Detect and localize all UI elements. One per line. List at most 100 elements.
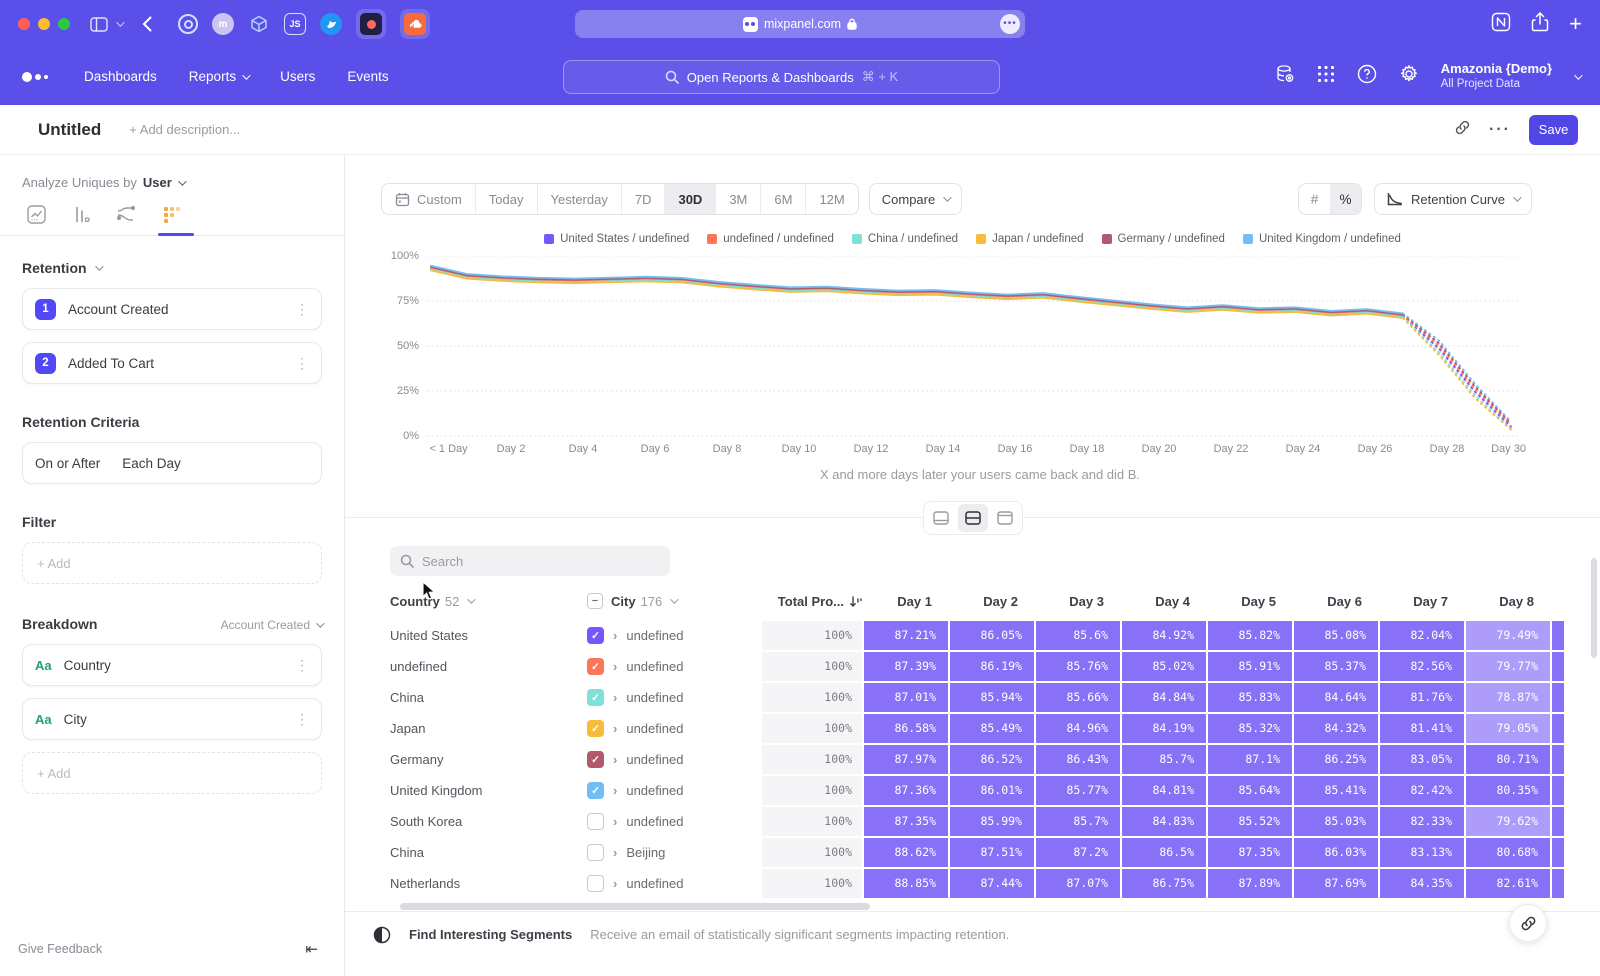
legend-item[interactable]: China / undefined (852, 233, 958, 245)
range-yesterday[interactable]: Yesterday (538, 184, 622, 214)
expand-row-chevron-icon[interactable]: › (613, 876, 617, 891)
share-icon[interactable] (1531, 12, 1549, 37)
table-row[interactable]: Netherlands›undefined100%88.85%87.44%87.… (390, 869, 1564, 898)
report-title[interactable]: Untitled (38, 120, 101, 140)
series-checkbox[interactable]: ✓ (587, 689, 604, 706)
retention-cell[interactable]: 84.96% (1036, 714, 1120, 743)
target-extension-icon[interactable] (178, 14, 198, 34)
retention-cell[interactable]: 80.68% (1466, 838, 1550, 867)
horizontal-scrollbar[interactable] (400, 903, 870, 910)
retention-cell[interactable]: 87.07% (1036, 869, 1120, 898)
retention-cell[interactable]: 87.2% (1036, 838, 1120, 867)
table-row[interactable]: United Kingdom✓›undefined100%87.36%86.01… (390, 776, 1564, 805)
retention-cell[interactable]: 80.71% (1466, 745, 1550, 774)
retention-cell[interactable]: 86.75% (1122, 869, 1206, 898)
breakdown-card-country[interactable]: Aa Country ⋮ (22, 644, 322, 686)
js-extension-icon[interactable]: JS (284, 13, 306, 35)
expand-row-chevron-icon[interactable]: › (613, 721, 617, 736)
expand-row-chevron-icon[interactable]: › (613, 690, 617, 705)
retention-cell[interactable]: 80.35% (1466, 776, 1550, 805)
m-extension-icon[interactable]: m (212, 13, 234, 35)
legend-item[interactable]: Germany / undefined (1102, 233, 1225, 245)
range-custom[interactable]: Custom (382, 184, 476, 214)
retention-cell[interactable]: 85.02% (1122, 652, 1206, 681)
chart-only-view-icon[interactable] (926, 504, 956, 532)
retention-cell[interactable]: 85.32% (1208, 714, 1292, 743)
expand-row-chevron-icon[interactable]: › (613, 814, 617, 829)
retention-cell[interactable]: 87.35% (1208, 838, 1292, 867)
retention-cell[interactable]: 84.64% (1294, 683, 1378, 712)
bird-extension-icon[interactable] (320, 13, 342, 35)
table-row[interactable]: Japan✓›undefined100%86.58%85.49%84.96%84… (390, 714, 1564, 743)
sidebar-toggle-icon[interactable] (90, 17, 108, 32)
split-view-icon[interactable] (958, 504, 988, 532)
retention-cell[interactable]: 84.83% (1122, 807, 1206, 836)
compare-button[interactable]: Compare (869, 183, 962, 215)
total-column-header[interactable]: Total Pro... (762, 594, 862, 609)
table-row[interactable]: United States✓›undefined100%87.21%86.05%… (390, 621, 1564, 650)
soundcloud-extension-icon[interactable] (400, 9, 430, 39)
retention-cell[interactable]: 85.77% (1036, 776, 1120, 805)
retention-cell[interactable]: 86.52% (950, 745, 1034, 774)
retention-cell[interactable]: 87.97% (864, 745, 948, 774)
table-row[interactable]: China›Beijing100%88.62%87.51%87.2%86.5%8… (390, 838, 1564, 867)
retention-cell[interactable]: 85.37% (1294, 652, 1378, 681)
tab-dropdown-chevron-icon[interactable] (116, 21, 122, 27)
retention-cell[interactable]: 83.13% (1380, 838, 1464, 867)
retention-cell[interactable]: 86.5% (1122, 838, 1206, 867)
chart-type-button[interactable]: Retention Curve (1374, 183, 1532, 215)
day-column-header[interactable]: Day 4 (1122, 594, 1206, 609)
retention-cell[interactable]: 84.32% (1294, 714, 1378, 743)
table-search-input[interactable] (422, 554, 642, 569)
save-button[interactable]: Save (1529, 115, 1578, 145)
tab-retention[interactable] (161, 204, 181, 224)
analyze-value[interactable]: User (143, 175, 172, 190)
range-12m[interactable]: 12M (806, 184, 857, 214)
breakdown-kebab-icon[interactable]: ⋮ (295, 711, 309, 728)
browser-extensions[interactable]: m JS (178, 9, 430, 39)
retention-cell[interactable]: 85.99% (950, 807, 1034, 836)
reader-ellipsis-icon[interactable]: ••• (1000, 14, 1020, 34)
legend-item[interactable]: undefined / undefined (707, 233, 834, 245)
help-icon[interactable] (1357, 64, 1377, 89)
retention-cell[interactable]: 79.77% (1466, 652, 1550, 681)
step-card-2[interactable]: 2 Added To Cart ⋮ (22, 342, 322, 384)
series-checkbox[interactable] (587, 813, 604, 830)
retention-cell[interactable]: 85.64% (1208, 776, 1292, 805)
tab-funnels[interactable] (71, 204, 91, 224)
step-card-1[interactable]: 1 Account Created ⋮ (22, 288, 322, 330)
retention-cell[interactable]: 87.44% (950, 869, 1034, 898)
range-3m[interactable]: 3M (716, 184, 761, 214)
address-bar[interactable]: mixpanel.com ••• (575, 10, 1025, 38)
range-6m[interactable]: 6M (761, 184, 806, 214)
range-30d[interactable]: 30D (665, 184, 716, 214)
add-filter-button[interactable]: + Add (22, 542, 322, 584)
retention-cell[interactable]: 85.49% (950, 714, 1034, 743)
retention-curve-plot[interactable] (427, 256, 1517, 438)
share-link-floating-button[interactable] (1509, 904, 1547, 942)
new-tab-plus-icon[interactable]: + (1569, 15, 1582, 33)
retention-cell[interactable]: 85.76% (1036, 652, 1120, 681)
nav-item-users[interactable]: Users (280, 69, 315, 84)
minimize-window-button[interactable] (38, 18, 50, 30)
window-controls[interactable] (18, 18, 70, 30)
retention-cell[interactable]: 87.35% (864, 807, 948, 836)
retention-cell[interactable]: 85.83% (1208, 683, 1292, 712)
series-checkbox[interactable]: ✓ (587, 782, 604, 799)
range-today[interactable]: Today (476, 184, 538, 214)
retention-cell[interactable]: 81.41% (1380, 714, 1464, 743)
series-checkbox[interactable]: ✓ (587, 627, 604, 644)
retention-cell[interactable]: 84.35% (1380, 869, 1464, 898)
series-checkbox[interactable]: ✓ (587, 658, 604, 675)
retention-cell[interactable]: 83.05% (1380, 745, 1464, 774)
retention-cell[interactable]: 82.42% (1380, 776, 1464, 805)
retention-cell[interactable]: 84.81% (1122, 776, 1206, 805)
series-checkbox[interactable]: ✓ (587, 720, 604, 737)
segments-title[interactable]: Find Interesting Segments (409, 927, 572, 942)
retention-cell[interactable]: 85.52% (1208, 807, 1292, 836)
give-feedback-link[interactable]: Give Feedback (18, 942, 102, 956)
zoom-window-button[interactable] (58, 18, 70, 30)
global-search-button[interactable]: Open Reports & Dashboards ⌘ + K (563, 60, 1000, 94)
retention-cell[interactable]: 85.66% (1036, 683, 1120, 712)
expand-row-chevron-icon[interactable]: › (613, 845, 617, 860)
